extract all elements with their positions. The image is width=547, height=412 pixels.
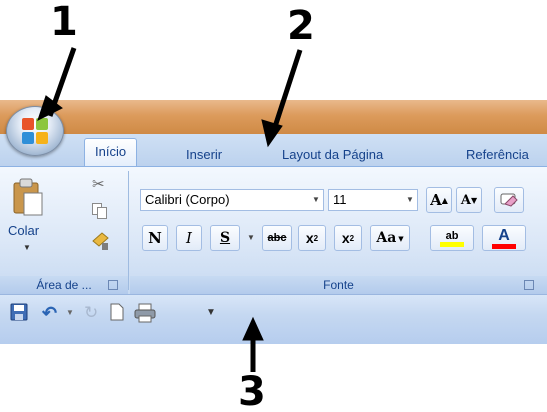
quick-access-toolbar: ↶ ▼ ↻ ▼ <box>0 294 547 344</box>
office-button[interactable] <box>6 106 64 156</box>
bold-label: N <box>148 229 162 247</box>
paste-dropdown-icon[interactable]: ▼ <box>23 243 31 252</box>
font-group-name: Fonte <box>323 278 354 292</box>
tab-inicio[interactable]: Início <box>84 138 138 166</box>
annotation-number-3: 3 <box>238 369 266 412</box>
italic-button[interactable]: I <box>176 225 202 251</box>
annotation-number-2: 2 <box>287 3 315 49</box>
paste-button[interactable]: Colar ▼ <box>6 173 50 259</box>
font-size-value: 11 <box>333 192 347 207</box>
highlight-label: ab <box>445 229 459 242</box>
font-color-label: A <box>498 226 510 244</box>
clipboard-group-name: Área de ... <box>36 278 92 292</box>
paste-label: Colar <box>8 223 40 238</box>
new-document-icon[interactable] <box>110 303 124 327</box>
save-icon[interactable] <box>10 303 28 327</box>
font-group-label: Fonte <box>130 276 547 294</box>
redo-icon[interactable]: ↻ <box>84 303 98 323</box>
copy-icon[interactable] <box>92 203 108 219</box>
subscript-button[interactable]: x2 <box>298 225 326 251</box>
font-dialog-launcher-icon[interactable] <box>524 280 534 290</box>
eraser-icon <box>500 193 518 207</box>
undo-dropdown-icon[interactable]: ▼ <box>66 303 74 323</box>
underline-label: S <box>219 230 231 246</box>
subscript-mark: 2 <box>313 233 319 243</box>
strikethrough-label: abc <box>267 232 287 244</box>
grow-font-button[interactable]: A ▲ <box>426 187 452 213</box>
bold-button[interactable]: N <box>142 225 168 251</box>
cut-icon[interactable]: ✂ <box>92 175 105 193</box>
strikethrough-button[interactable]: abc <box>262 225 292 251</box>
italic-label: I <box>186 229 192 247</box>
group-separator <box>128 171 129 290</box>
highlight-button[interactable]: ab <box>430 225 474 251</box>
change-case-button[interactable]: Aa ▼ <box>370 225 410 251</box>
office-logo-icon <box>22 118 50 145</box>
superscript-mark: 2 <box>349 233 355 243</box>
chevron-down-icon[interactable]: ▼ <box>309 190 323 210</box>
subscript-label: x <box>305 230 314 246</box>
customize-toolbar-icon[interactable]: ▼ <box>206 303 216 323</box>
font-color-bar <box>492 243 516 249</box>
underline-dropdown-icon[interactable]: ▼ <box>247 233 255 242</box>
font-color-button[interactable]: A <box>482 225 526 251</box>
highlight-color-bar <box>440 241 464 247</box>
ribbon-tab-bar: Início Inserir Layout da Página Referênc… <box>0 134 547 166</box>
format-painter-icon[interactable] <box>90 229 112 251</box>
tab-layout-da-pagina[interactable]: Layout da Página <box>282 144 383 166</box>
superscript-button[interactable]: x2 <box>334 225 362 251</box>
tab-referencias[interactable]: Referência <box>466 144 529 166</box>
font-size-combo[interactable]: 11 ▼ <box>328 189 418 211</box>
shrink-font-label: A <box>460 192 471 208</box>
shrink-font-button[interactable]: A ▼ <box>456 187 482 213</box>
clipboard-dialog-launcher-icon[interactable] <box>108 280 118 290</box>
font-family-value: Calibri (Corpo) <box>145 192 230 207</box>
grow-font-label: A <box>430 191 442 209</box>
clear-formatting-button[interactable] <box>494 187 524 213</box>
ribbon: Colar ▼ ✂ Área de ... Calibri (Corpo) ▼ … <box>0 166 547 294</box>
print-icon[interactable] <box>134 303 156 329</box>
paste-icon <box>13 178 43 216</box>
underline-button[interactable]: S <box>210 225 240 251</box>
annotation-number-1: 1 <box>50 0 78 45</box>
chevron-down-icon[interactable]: ▼ <box>403 190 417 210</box>
change-case-label: Aa <box>376 230 397 246</box>
superscript-label: x <box>341 230 350 246</box>
font-family-combo[interactable]: Calibri (Corpo) ▼ <box>140 189 324 211</box>
title-bar <box>0 100 547 134</box>
tab-inserir[interactable]: Inserir <box>186 144 222 166</box>
undo-icon[interactable]: ↶ <box>42 303 57 323</box>
